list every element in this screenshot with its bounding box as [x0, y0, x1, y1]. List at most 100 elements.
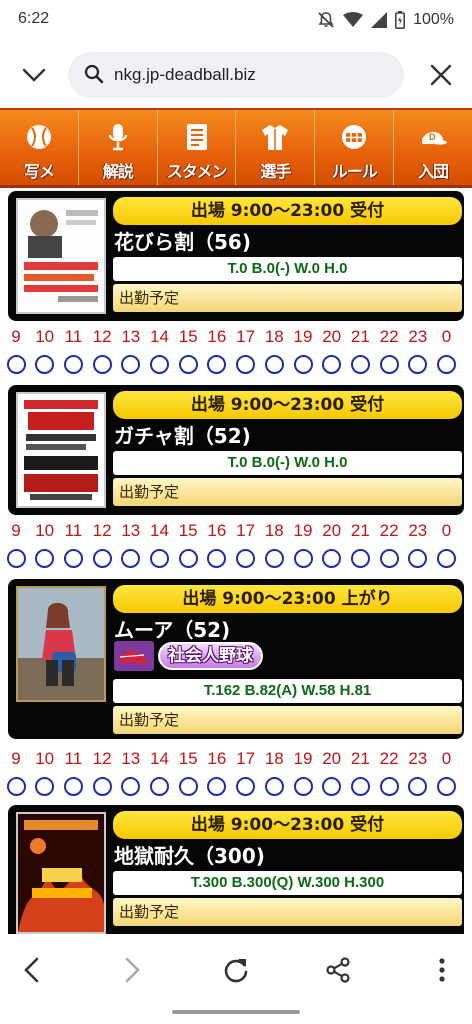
availability-slot[interactable] — [92, 777, 112, 796]
availability-slot[interactable] — [264, 777, 284, 796]
cast-card[interactable]: 出場 9:00〜23:00 受付 地獄耐久（300) T.300 B.300(Q… — [8, 805, 464, 934]
availability-slot[interactable] — [35, 777, 55, 796]
availability-slot[interactable] — [178, 777, 198, 796]
availability-slot[interactable] — [437, 777, 456, 796]
status-time: 6:22 — [18, 10, 50, 27]
availability-slot[interactable] — [6, 549, 26, 568]
nav-item-join[interactable]: D 入団 — [394, 110, 472, 185]
availability-slot[interactable] — [322, 777, 342, 796]
availability-slot[interactable] — [236, 355, 256, 374]
availability-slot[interactable] — [379, 355, 399, 374]
hour-label: 16 — [207, 521, 227, 540]
hour-label: 17 — [236, 749, 256, 768]
hour-label: 9 — [11, 521, 21, 540]
availability-slot[interactable] — [178, 549, 198, 568]
nav-item-players[interactable]: 選手 — [236, 110, 316, 185]
availability-slot[interactable] — [35, 549, 55, 568]
availability-slot[interactable] — [150, 355, 169, 374]
hour-label: 14 — [150, 327, 169, 346]
availability-slot[interactable] — [293, 549, 313, 568]
availability-slot[interactable] — [293, 777, 313, 796]
nav-item-rules[interactable]: ルール — [315, 110, 395, 185]
availability-slot[interactable] — [322, 549, 342, 568]
availability-slot[interactable] — [207, 777, 227, 796]
cast-name: 花びら割（56) — [114, 230, 251, 254]
url-text: nkg.jp-deadball.biz — [114, 65, 256, 84]
team-tag: 社会人野球 — [114, 641, 263, 671]
cast-photo[interactable] — [16, 392, 106, 508]
cast-card[interactable]: 出場 9:00〜23:00 上がり ムーア（52) 社会人野球 T.162 B.… — [8, 579, 464, 739]
reload-button[interactable] — [218, 952, 254, 988]
share-icon — [326, 957, 350, 983]
cast-photo[interactable] — [16, 586, 106, 702]
forward-button[interactable] — [114, 952, 150, 988]
hour-label: 10 — [35, 327, 55, 346]
cast-photo[interactable] — [16, 812, 106, 934]
availability-slot[interactable] — [293, 355, 313, 374]
availability-slot[interactable] — [207, 355, 227, 374]
url-field[interactable]: nkg.jp-deadball.biz — [68, 52, 404, 98]
availability-slot[interactable] — [264, 549, 284, 568]
nav-item-commentary[interactable]: 解説 — [79, 110, 158, 185]
availability-slot[interactable] — [35, 355, 55, 374]
availability-slot[interactable] — [63, 777, 83, 796]
promo-flyer-image — [18, 814, 104, 932]
availability-slot[interactable] — [236, 549, 256, 568]
wifi-icon — [343, 12, 364, 27]
availability-slot[interactable] — [92, 549, 112, 568]
lineup-sheet-icon — [186, 124, 207, 150]
availability-slot[interactable] — [379, 549, 399, 568]
hour-label: 18 — [264, 749, 284, 768]
availability-slot[interactable] — [121, 355, 141, 374]
baseball-icon — [26, 125, 51, 149]
availability-slot[interactable] — [350, 355, 370, 374]
hourly-availability: 9 10 11 12 13 14 15 16 17 18 19 20 21 22 23 0 — [0, 749, 472, 801]
availability-slot[interactable] — [350, 549, 370, 568]
availability-slot[interactable] — [322, 355, 342, 374]
availability-slot[interactable] — [150, 777, 169, 796]
more-menu-button[interactable] — [424, 952, 460, 988]
hour-label: 23 — [408, 521, 428, 540]
back-button[interactable] — [14, 952, 50, 988]
availability-slot[interactable] — [437, 355, 456, 374]
cast-photo[interactable] — [16, 198, 106, 314]
hour-label: 19 — [293, 327, 313, 346]
hour-label: 15 — [178, 749, 198, 768]
availability-slot[interactable] — [178, 355, 198, 374]
availability-slot[interactable] — [350, 777, 370, 796]
cast-card[interactable]: 出場 9:00〜23:00 受付 ガチャ割（52) T.0 B.0(-) W.0… — [8, 385, 464, 515]
availability-slot[interactable] — [408, 777, 428, 796]
availability-slot[interactable] — [6, 355, 26, 374]
availability-slot[interactable] — [63, 355, 83, 374]
availability-slot[interactable] — [408, 549, 428, 568]
share-button[interactable] — [320, 952, 356, 988]
nav-label: 写メ — [23, 162, 55, 181]
availability-slot[interactable] — [121, 777, 141, 796]
hour-label: 15 — [178, 521, 198, 540]
hour-label: 20 — [322, 327, 342, 346]
shift-plan: 出勤予定 — [113, 898, 462, 926]
availability-slot[interactable] — [63, 549, 83, 568]
close-button[interactable] — [428, 62, 454, 88]
availability-slot[interactable] — [6, 777, 26, 796]
hour-label: 14 — [150, 749, 169, 768]
hour-labels: 9 10 11 12 13 14 15 16 17 18 19 20 21 22 23 0 — [0, 521, 472, 545]
hour-label: 13 — [121, 749, 141, 768]
availability-slot[interactable] — [379, 777, 399, 796]
availability-slot[interactable] — [408, 355, 428, 374]
hour-label: 10 — [35, 749, 55, 768]
cast-photo-image — [18, 588, 104, 700]
hour-label: 22 — [379, 327, 399, 346]
cast-card[interactable]: 出場 9:00〜23:00 受付 花びら割（56) T.0 B.0(-) W.0… — [8, 191, 464, 321]
availability-slot[interactable] — [121, 549, 141, 568]
availability-slot[interactable] — [437, 549, 456, 568]
gesture-handle — [172, 1010, 300, 1014]
collapse-toolbar-button[interactable] — [16, 60, 52, 90]
nav-item-photos[interactable]: 写メ — [0, 110, 79, 185]
availability-slot[interactable] — [236, 777, 256, 796]
availability-slot[interactable] — [264, 355, 284, 374]
availability-slot[interactable] — [207, 549, 227, 568]
nav-item-lineup[interactable]: スタメン — [158, 110, 237, 185]
availability-slot[interactable] — [150, 549, 169, 568]
availability-slot[interactable] — [92, 355, 112, 374]
